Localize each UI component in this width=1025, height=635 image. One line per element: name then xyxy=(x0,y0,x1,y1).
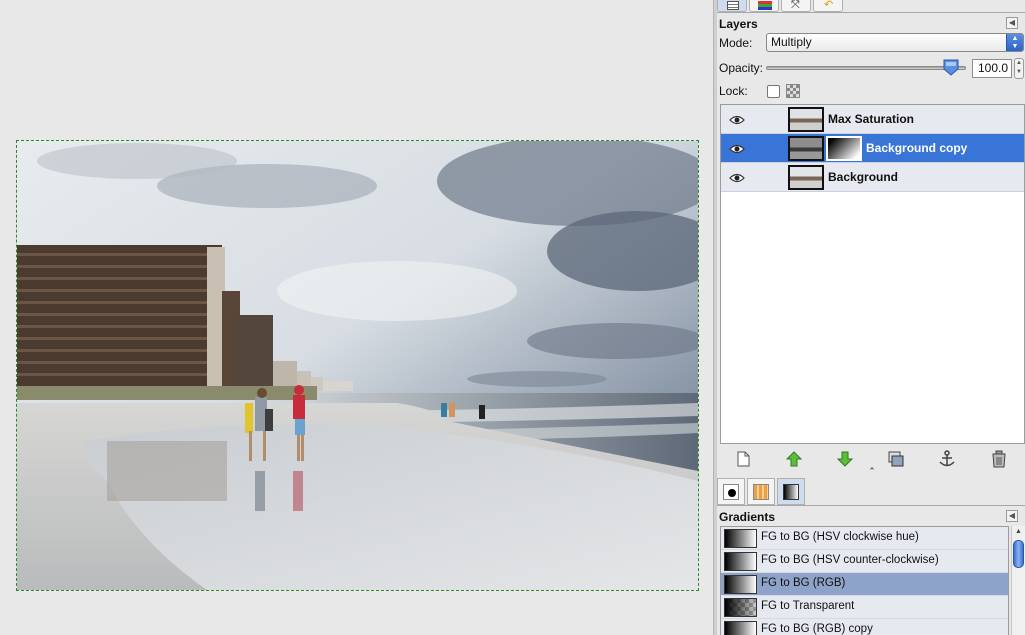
opacity-slider-thumb[interactable] xyxy=(942,58,960,76)
layer-name[interactable]: Max Saturation xyxy=(828,112,914,126)
channels-tab-icon xyxy=(758,1,772,10)
brushes-tab[interactable] xyxy=(717,478,745,505)
gradient-name: FG to BG (HSV clockwise hue) xyxy=(761,531,919,543)
image-canvas[interactable] xyxy=(16,140,699,591)
channels-tab[interactable] xyxy=(749,0,779,12)
layers-tab-icon xyxy=(727,1,739,10)
duplicate-layer-icon[interactable] xyxy=(886,449,906,469)
layer-name[interactable]: Background xyxy=(828,170,898,184)
gradient-preview xyxy=(724,552,757,571)
gradient-preview xyxy=(724,575,757,594)
layers-panel-title: Layers xyxy=(719,17,758,31)
undo-history-tab[interactable]: ↶ xyxy=(813,0,843,12)
panel-resize-grip[interactable]: ⌃ xyxy=(867,467,877,476)
image-canvas-area[interactable] xyxy=(0,0,713,635)
gradients-scrollbar[interactable]: ▲ xyxy=(1011,526,1025,635)
gradients-tab-icon xyxy=(783,484,799,500)
gradient-item[interactable]: FG to Transparent xyxy=(721,596,1008,619)
opacity-label: Opacity: xyxy=(719,61,764,75)
layers-list[interactable]: Max Saturation Background copy Backgroun… xyxy=(720,104,1025,444)
gradient-preview xyxy=(724,598,757,617)
layer-name[interactable]: Background copy xyxy=(866,141,967,155)
mode-label: Mode: xyxy=(719,36,753,50)
opacity-slider-track[interactable] xyxy=(766,66,966,70)
gradient-name: FG to BG (RGB) copy xyxy=(761,623,873,635)
opacity-value-field[interactable]: 100.0 xyxy=(972,59,1012,78)
gradients-panel-menu-button[interactable]: ◀ xyxy=(1006,510,1018,522)
beach-photo xyxy=(17,141,698,590)
patterns-tab[interactable] xyxy=(747,478,775,505)
paths-tab[interactable]: ⤧ xyxy=(781,0,811,12)
gradients-panel-title: Gradients xyxy=(719,510,776,524)
panel-menu-icon: ◀ xyxy=(1008,511,1016,520)
gradient-name: FG to Transparent xyxy=(761,600,855,612)
layers-panel-menu-button[interactable]: ◀ xyxy=(1006,17,1018,29)
scroll-up-icon[interactable]: ▲ xyxy=(1013,527,1024,536)
gradient-item[interactable]: FG to BG (RGB) copy xyxy=(721,619,1008,635)
gradient-name: FG to BG (RGB) xyxy=(761,577,846,589)
brushes-tab-icon xyxy=(723,484,739,500)
scrollbar-thumb[interactable] xyxy=(1013,540,1024,568)
layer-row-background[interactable]: Background xyxy=(721,163,1024,192)
gradient-item[interactable]: FG to BG (HSV counter-clockwise) xyxy=(721,550,1008,573)
layer-mode-value: Multiply xyxy=(771,35,812,49)
undo-tab-icon: ↶ xyxy=(824,0,834,11)
visibility-eye-icon[interactable] xyxy=(729,143,745,155)
opacity-spin-button[interactable]: ▲ ▼ xyxy=(1014,58,1024,79)
patterns-tab-icon xyxy=(753,484,769,500)
lock-label: Lock: xyxy=(719,84,748,98)
lower-layer-icon[interactable] xyxy=(835,449,855,469)
brush-tab-strip xyxy=(717,478,1025,506)
delete-layer-icon[interactable] xyxy=(989,449,1009,469)
layer-thumbnail[interactable] xyxy=(788,107,824,132)
gradient-preview xyxy=(724,621,757,635)
gradient-item[interactable]: FG to BG (HSV clockwise hue) xyxy=(721,527,1008,550)
layer-thumbnail[interactable] xyxy=(788,165,824,190)
gradient-name: FG to BG (HSV counter-clockwise) xyxy=(761,554,939,566)
gradients-tab[interactable] xyxy=(777,478,805,505)
layer-thumbnail[interactable] xyxy=(788,136,824,161)
spin-arrows-icon: ▲ ▼ xyxy=(1016,60,1022,75)
visibility-eye-icon[interactable] xyxy=(729,172,745,184)
raise-layer-icon[interactable] xyxy=(784,449,804,469)
right-dock: ⤧ ↶ Layers ◀ Mode: Multiply ▲ ▼ Opacity: … xyxy=(717,0,1025,635)
new-layer-icon[interactable] xyxy=(733,449,753,469)
select-arrows-icon: ▲ ▼ xyxy=(1006,34,1023,51)
lock-pixels-checkbox[interactable] xyxy=(767,85,780,98)
anchor-layer-icon[interactable] xyxy=(937,449,957,469)
visibility-eye-icon[interactable] xyxy=(729,114,745,126)
dock-tab-strip: ⤧ ↶ xyxy=(717,0,1025,13)
layer-row-background-copy[interactable]: Background copy xyxy=(721,134,1024,163)
layer-mask-thumbnail[interactable] xyxy=(826,136,862,161)
paths-tab-icon: ⤧ xyxy=(791,0,800,11)
gradients-list[interactable]: FG to BG (HSV clockwise hue) FG to BG (H… xyxy=(720,526,1009,635)
lock-alpha-icon[interactable] xyxy=(786,84,800,98)
layers-tab[interactable] xyxy=(717,0,747,12)
layer-mode-select[interactable]: Multiply ▲ ▼ xyxy=(766,33,1024,52)
gradient-preview xyxy=(724,529,757,548)
panel-menu-icon: ◀ xyxy=(1008,18,1016,27)
gradient-item-selected[interactable]: FG to BG (RGB) xyxy=(721,573,1008,596)
layer-row-max-saturation[interactable]: Max Saturation xyxy=(721,105,1024,134)
